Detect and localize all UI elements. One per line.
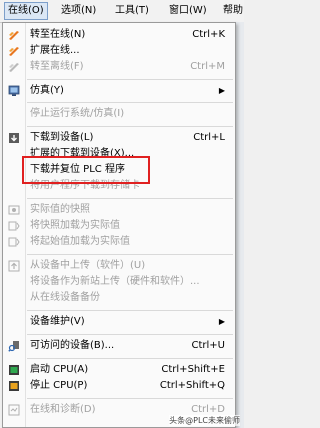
go-online-icon [9,31,19,40]
menubar-help[interactable]: 帮助 [220,3,246,19]
menu-item-label: 停止 CPU(P) [30,380,88,391]
menu-item-snapshot[interactable]: 实际值的快照 [3,202,235,218]
menu-item-label: 停止运行系统/仿真(I) [30,108,125,119]
menu-item-label: 设备维护(V) [30,316,85,327]
menu-item-shortcut: Ctrl+M [190,61,225,72]
watermark-text: 头条@PLC未来偷师 [169,415,240,426]
menubar-window[interactable]: 窗口(W) [166,3,210,19]
menu-item-label: 仿真(Y) [30,85,64,96]
menu-item-download-to-device[interactable]: 下载到设备(L) Ctrl+L [3,130,235,146]
menu-item-shortcut: Ctrl+K [192,29,225,40]
download-icon [9,133,19,143]
menu-item-extended-online[interactable]: 扩展在线... [3,43,235,59]
load-start-values-icon [8,237,20,247]
menu-item-stop-cpu[interactable]: 停止 CPU(P) Ctrl+Shift+Q [3,378,235,394]
menu-item-label: 下载到设备(L) [30,132,94,143]
menu-separator [27,334,233,335]
menu-item-load-start-values[interactable]: 将起始值加载为实际值 [3,234,235,250]
menu-item-upload-from-device[interactable]: 从设备中上传（软件）(U) [3,258,235,274]
menu-bar: 在线(O) 选项(N) 工具(T) 窗口(W) 帮助 [0,0,244,23]
menu-item-device-maintenance[interactable]: 设备维护(V) ▶ [3,314,235,330]
online-dropdown-menu: 转至在线(N) Ctrl+K 扩展在线... 转至离线(F) Ctrl+M 仿真… [2,22,236,428]
simulation-icon [8,85,20,96]
menubar-options[interactable]: 选项(N) [58,3,99,19]
menu-separator [27,358,233,359]
menu-item-shortcut: Ctrl+Shift+Q [159,380,225,391]
extended-online-icon [9,47,19,56]
menu-item-go-offline[interactable]: 转至离线(F) Ctrl+M [3,59,235,75]
menu-separator [27,198,233,199]
menu-item-accessible-devices[interactable]: 可访问的设备(B)... Ctrl+U [3,338,235,354]
load-snapshot-icon [8,221,20,231]
menu-item-label: 将设备作为新站上传（硬件和软件）... [30,276,200,287]
menubar-online[interactable]: 在线(O) [4,2,48,20]
upload-icon [8,260,20,272]
submenu-arrow-icon: ▶ [218,86,225,95]
menu-item-label: 扩展在线... [30,45,80,56]
online-diagnostics-icon [8,404,20,416]
menu-item-backup-online-device[interactable]: 从在线设备备份 [3,290,235,306]
menu-item-simulation[interactable]: 仿真(Y) ▶ [3,83,235,99]
start-cpu-icon [9,365,19,375]
submenu-arrow-icon: ▶ [218,317,225,326]
menubar-tools[interactable]: 工具(T) [112,3,152,19]
menu-separator [27,79,233,80]
menu-item-label: 转至离线(F) [30,61,84,72]
menu-item-label: 将起始值加载为实际值 [30,236,130,247]
menu-separator [27,126,233,127]
menu-item-label: 从设备中上传（软件）(U) [30,260,146,271]
menu-item-stop-runtime[interactable]: 停止运行系统/仿真(I) [3,106,235,122]
menu-separator [27,254,233,255]
menu-item-label: 启动 CPU(A) [30,364,89,375]
stop-cpu-icon [9,381,19,391]
menu-item-start-cpu[interactable]: 启动 CPU(A) Ctrl+Shift+E [3,362,235,378]
menu-item-shortcut: Ctrl+Shift+E [161,364,225,375]
accessible-devices-icon [8,341,19,352]
menu-item-label: 可访问的设备(B)... [30,340,115,351]
menu-item-label: 从在线设备备份 [30,292,100,303]
highlight-annotation-box [22,156,150,184]
background-window-strip [236,22,244,428]
menu-item-label: 转至在线(N) [30,29,86,40]
menu-item-label: 在线和诊断(D) [30,404,96,415]
snapshot-icon [8,205,20,215]
menu-item-label: 将快照加载为实际值 [30,220,120,231]
menu-item-upload-as-new-station[interactable]: 将设备作为新站上传（硬件和软件）... [3,274,235,290]
menu-item-shortcut: Ctrl+L [193,132,225,143]
menu-separator [27,398,233,399]
menu-item-load-snapshot[interactable]: 将快照加载为实际值 [3,218,235,234]
menu-item-label: 实际值的快照 [30,204,90,215]
menu-separator [27,102,233,103]
go-offline-icon [9,63,19,72]
menu-separator [27,310,233,311]
menu-item-go-online[interactable]: 转至在线(N) Ctrl+K [3,27,235,43]
menu-item-shortcut: Ctrl+U [191,340,226,351]
